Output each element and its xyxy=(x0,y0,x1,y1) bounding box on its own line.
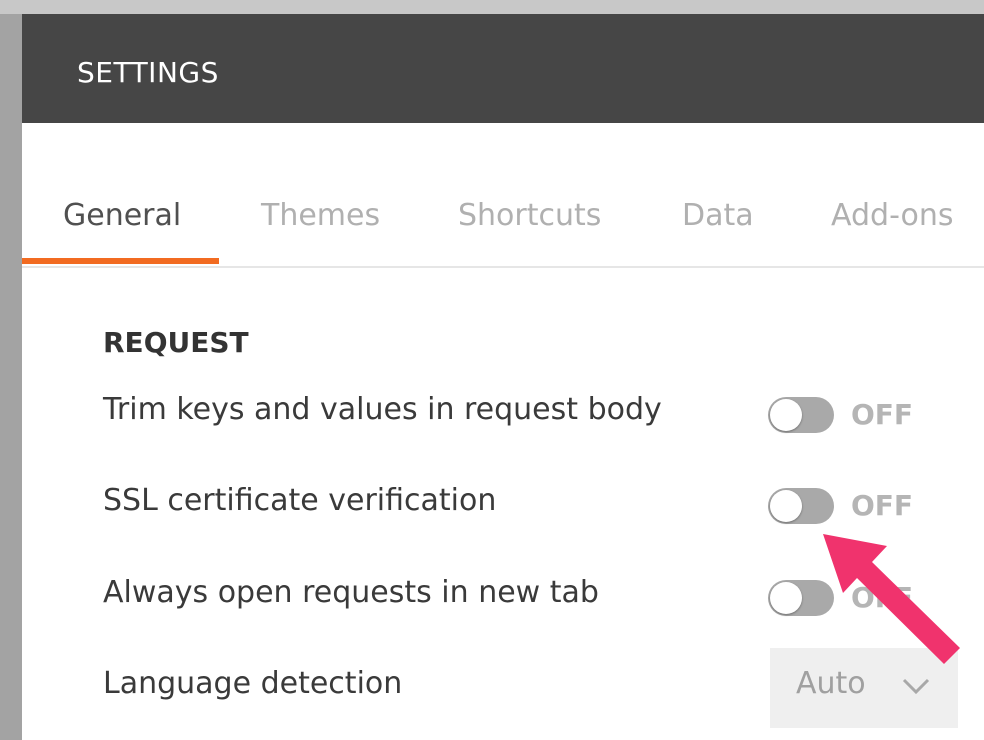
trim-keys-label: Trim keys and values in request body xyxy=(103,392,662,427)
settings-modal: SETTINGS General Themes Shortcuts Data A… xyxy=(22,14,984,740)
ssl-verification-state: OFF xyxy=(851,489,914,522)
open-new-tab-toggle[interactable] xyxy=(768,580,834,616)
tab-general[interactable]: General xyxy=(63,198,181,233)
language-detection-label: Language detection xyxy=(103,666,403,701)
toggle-knob xyxy=(770,582,802,614)
tab-shortcuts[interactable]: Shortcuts xyxy=(458,198,601,233)
ssl-verification-label: SSL certificate verification xyxy=(103,483,497,518)
chevron-down-icon xyxy=(902,678,930,695)
modal-title: SETTINGS xyxy=(77,56,219,89)
tab-add-ons[interactable]: Add-ons xyxy=(831,198,953,233)
ssl-verification-toggle[interactable] xyxy=(768,488,834,524)
trim-keys-state: OFF xyxy=(851,398,914,431)
background-app-strip xyxy=(0,0,984,14)
tab-data[interactable]: Data xyxy=(682,198,754,233)
toggle-knob xyxy=(770,399,802,431)
trim-keys-toggle[interactable] xyxy=(768,397,834,433)
language-detection-value: Auto xyxy=(796,666,866,701)
toggle-knob xyxy=(770,490,802,522)
tab-themes[interactable]: Themes xyxy=(261,198,380,233)
open-new-tab-state: OFF xyxy=(851,581,914,614)
section-heading-request: REQUEST xyxy=(103,326,249,359)
active-tab-indicator xyxy=(22,258,219,264)
settings-tabs: General Themes Shortcuts Data Add-ons xyxy=(22,192,984,268)
open-new-tab-label: Always open requests in new tab xyxy=(103,575,599,610)
modal-header: SETTINGS xyxy=(22,14,984,123)
language-detection-select[interactable]: Auto xyxy=(770,648,958,728)
